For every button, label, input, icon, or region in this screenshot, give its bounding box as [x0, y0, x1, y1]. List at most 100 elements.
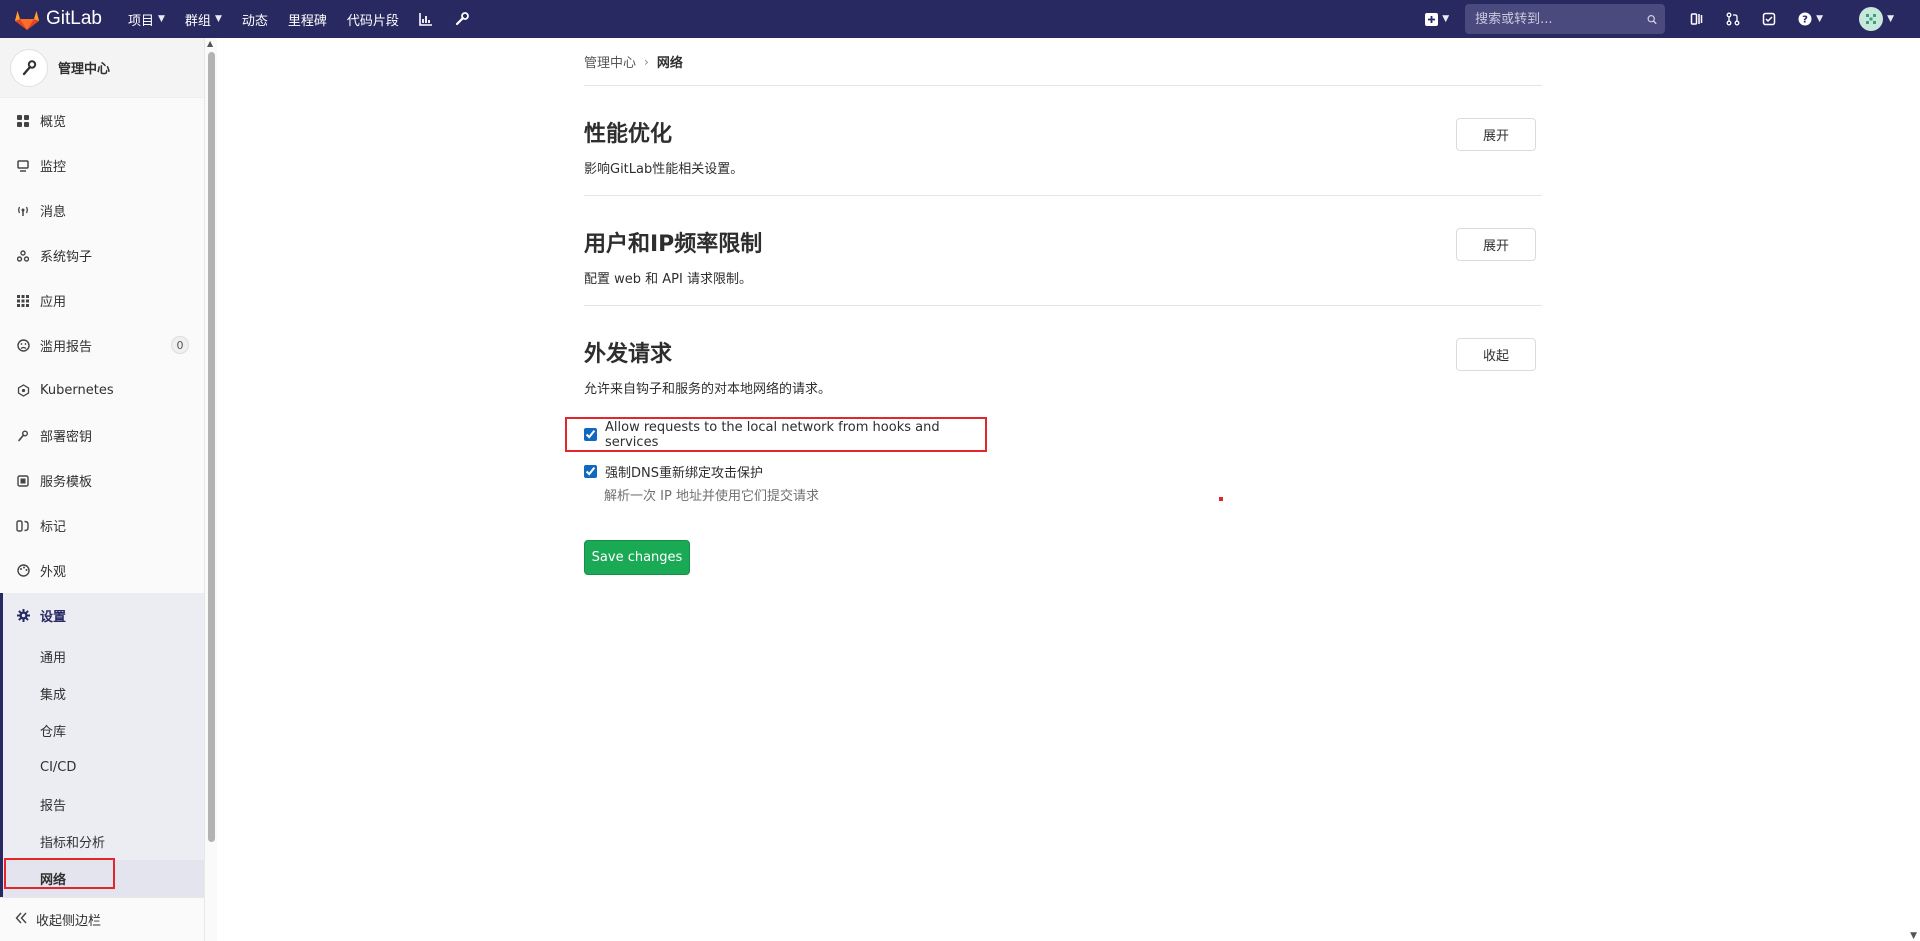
- sidebar-item-abuse-reports[interactable]: 滥用报告 0: [0, 323, 204, 368]
- help-button[interactable]: ? ▼: [1798, 12, 1823, 26]
- sidebar-scroll-thumb[interactable]: [208, 52, 215, 842]
- save-changes-button[interactable]: Save changes: [584, 540, 690, 575]
- nav-milestones[interactable]: 里程碑: [288, 10, 327, 29]
- appearance-icon: [15, 564, 31, 577]
- gitlab-home-link[interactable]: GitLab: [14, 7, 102, 31]
- sidebar-item-system-hooks[interactable]: 系统钩子: [0, 233, 204, 278]
- question-circle-icon: ?: [1798, 12, 1812, 26]
- sidebar-subitem-reporting[interactable]: 报告: [3, 786, 204, 823]
- user-menu-button[interactable]: ▼: [1845, 7, 1894, 31]
- abuse-icon: [15, 339, 31, 352]
- main-content: 管理中心 › 网络 性能优化 影响GitLab性能相关设置。 展开 用户和IP频…: [565, 38, 1542, 593]
- breadcrumb: 管理中心 › 网络: [584, 38, 1542, 86]
- todos-icon[interactable]: [1762, 12, 1776, 26]
- expand-performance-button[interactable]: 展开: [1456, 118, 1536, 151]
- scroll-down-arrow-icon[interactable]: ▼: [1910, 931, 1917, 941]
- analytics-chart-icon[interactable]: [419, 12, 433, 26]
- chevron-down-icon: ▼: [1887, 14, 1894, 24]
- nav-snippets[interactable]: 代码片段: [347, 10, 399, 29]
- admin-wrench-icon[interactable]: [455, 12, 469, 26]
- labels-icon: [15, 519, 31, 532]
- breadcrumb-current: 网络: [656, 56, 683, 71]
- dns-rebinding-label: 强制DNS重新绑定攻击保护: [605, 466, 763, 481]
- merge-requests-icon[interactable]: [1726, 12, 1740, 26]
- collapse-outbound-button[interactable]: 收起: [1456, 338, 1536, 371]
- gitlab-logo-icon: [15, 11, 39, 30]
- section-outbound-requests: 外发请求 允许来自钩子和服务的对本地网络的请求。 收起 Allow reques…: [565, 306, 1542, 593]
- expand-rate-limits-button[interactable]: 展开: [1456, 228, 1536, 261]
- sidebar-item-monitoring[interactable]: 监控: [0, 143, 204, 188]
- abuse-count-badge: 0: [171, 336, 189, 354]
- allow-local-highlight-box: Allow requests to the local network from…: [565, 417, 987, 452]
- section-description: 允许来自钩子和服务的对本地网络的请求。: [584, 382, 832, 397]
- allow-local-network-option[interactable]: Allow requests to the local network from…: [584, 420, 985, 450]
- monitor-icon: [15, 159, 31, 172]
- template-icon: [15, 474, 31, 487]
- dns-rebinding-help: 解析一次 IP 地址并使用它们提交请求: [604, 489, 819, 504]
- sidebar-subitem-general[interactable]: 通用: [3, 638, 204, 675]
- brand-name: GitLab: [46, 8, 102, 29]
- wrench-icon: [22, 59, 37, 75]
- admin-sidebar: 管理中心 概览 监控 消息 系统钩子 应用 滥用报告 0 Kubernetes …: [0, 38, 205, 941]
- search-box[interactable]: [1465, 4, 1666, 34]
- sidebar-subitem-repository[interactable]: 仓库: [3, 712, 204, 749]
- chevron-down-icon: ▼: [214, 14, 222, 24]
- section-rate-limits: 用户和IP频率限制 配置 web 和 API 请求限制。 展开: [584, 196, 1542, 306]
- top-navbar: GitLab 项目 ▼ 群组 ▼ 动态 里程碑 代码片段 ▼ 搜索或转到... …: [0, 0, 1920, 38]
- breadcrumb-admin-link[interactable]: 管理中心: [584, 52, 636, 71]
- issues-icon[interactable]: [1690, 12, 1704, 26]
- section-performance: 性能优化 影响GitLab性能相关设置。 展开: [584, 86, 1542, 196]
- grid-icon: [15, 114, 31, 127]
- plus-square-icon: [1425, 12, 1439, 26]
- sidebar-item-applications[interactable]: 应用: [0, 278, 204, 323]
- scroll-up-arrow-icon[interactable]: ▲: [207, 39, 213, 48]
- dns-rebinding-checkbox[interactable]: [584, 465, 597, 478]
- chevron-down-icon: ▼: [1442, 14, 1450, 24]
- gear-icon: [15, 609, 31, 622]
- sidebar-header[interactable]: 管理中心: [0, 38, 204, 98]
- outbound-form: Allow requests to the local network from…: [565, 417, 1542, 575]
- apps-icon: [15, 294, 31, 307]
- avatar: [1859, 7, 1884, 31]
- section-description: 影响GitLab性能相关设置。: [584, 162, 744, 177]
- section-description: 配置 web 和 API 请求限制。: [584, 272, 752, 287]
- sidebar-item-settings[interactable]: 设置: [3, 593, 204, 638]
- sidebar-title: 管理中心: [58, 62, 111, 77]
- dns-rebinding-option[interactable]: 强制DNS重新绑定攻击保护: [584, 462, 1542, 481]
- sidebar-item-overview[interactable]: 概览: [0, 98, 204, 143]
- sidebar-item-kubernetes[interactable]: Kubernetes: [0, 368, 204, 413]
- nav-projects[interactable]: 项目 ▼: [128, 10, 165, 29]
- collapse-sidebar-button[interactable]: 收起侧边栏: [0, 897, 204, 941]
- sidebar-subitem-metrics[interactable]: 指标和分析: [3, 823, 204, 860]
- admin-avatar: [10, 48, 48, 87]
- sidebar-subitem-integrations[interactable]: 集成: [3, 675, 204, 712]
- new-item-button[interactable]: ▼: [1425, 12, 1450, 26]
- sidebar-item-service-templates[interactable]: 服务模板: [0, 458, 204, 503]
- sidebar-item-deploy-keys[interactable]: 部署密钥: [0, 413, 204, 458]
- double-chevron-left-icon: [15, 912, 27, 928]
- section-title: 性能优化: [584, 122, 673, 147]
- red-marker-dot: [1219, 497, 1223, 501]
- sidebar-item-appearance[interactable]: 外观: [0, 548, 204, 593]
- sidebar-scrollbar[interactable]: ▲: [205, 38, 217, 941]
- identicon-icon: [1866, 14, 1877, 24]
- search-input[interactable]: [1473, 10, 1648, 28]
- section-title: 外发请求: [584, 342, 673, 367]
- chevron-right-icon: ›: [644, 54, 649, 69]
- sidebar-settings-group: 设置 通用 集成 仓库 CI/CD 报告 指标和分析 网络: [0, 593, 204, 897]
- nav-groups[interactable]: 群组 ▼: [185, 10, 222, 29]
- chevron-down-icon: ▼: [158, 14, 165, 24]
- allow-local-network-checkbox[interactable]: [584, 428, 597, 441]
- svg-text:?: ?: [1802, 15, 1808, 26]
- nav-activity[interactable]: 动态: [242, 10, 268, 29]
- page-scrollbar[interactable]: ▼: [1906, 38, 1920, 941]
- kubernetes-icon: [15, 384, 31, 397]
- chevron-down-icon: ▼: [1816, 14, 1824, 24]
- sidebar-subitem-cicd[interactable]: CI/CD: [3, 749, 204, 786]
- section-title: 用户和IP频率限制: [584, 232, 763, 257]
- sidebar-subitem-network[interactable]: 网络: [3, 860, 204, 897]
- sidebar-item-messages[interactable]: 消息: [0, 188, 204, 233]
- sidebar-item-labels[interactable]: 标记: [0, 503, 204, 548]
- broadcast-icon: [15, 205, 31, 217]
- hook-icon: [15, 249, 31, 262]
